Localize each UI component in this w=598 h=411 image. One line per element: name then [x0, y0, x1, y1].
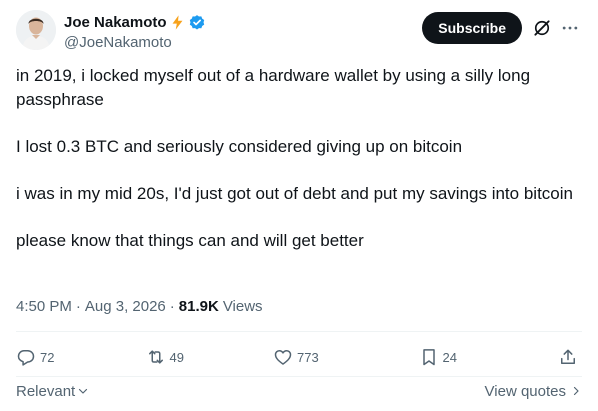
chevron-down-icon [79, 388, 88, 394]
meta-separator: · [75, 298, 81, 315]
bookmark-button[interactable]: 24 [419, 347, 549, 367]
tweet-date[interactable]: Aug 3, 2026 [85, 298, 166, 315]
divider [16, 331, 582, 332]
author-names: Joe Nakamoto @JoeNakamoto [64, 13, 206, 51]
view-quotes-link[interactable]: View quotes [485, 383, 582, 400]
share-icon [561, 349, 575, 364]
verified-badge-icon[interactable] [188, 14, 206, 32]
view-quotes-label: View quotes [484, 382, 566, 400]
tweet-header: Joe Nakamoto @JoeNakamoto Subscribe [16, 10, 582, 54]
repost-icon [148, 350, 163, 364]
views-count: 81.9K [178, 298, 219, 315]
display-name-row: Joe Nakamoto [64, 13, 206, 32]
tweet-text: in 2019, i locked myself out of a hardwa… [16, 64, 582, 252]
engagement-bar: 72 49 773 24 [16, 345, 582, 369]
sort-replies-button[interactable]: Relevant [16, 383, 89, 400]
tweet-paragraph: i was in my mid 20s, I'd just got out of… [16, 183, 573, 203]
tweet-paragraph: I lost 0.3 BTC and seriously considered … [16, 136, 463, 156]
meta-separator: · [169, 298, 175, 315]
share-button[interactable] [558, 347, 582, 367]
heart-icon [274, 350, 292, 365]
reply-count: 72 [40, 349, 55, 365]
bookmark-icon [422, 349, 435, 366]
more-options-icon[interactable] [558, 16, 582, 40]
views-label: Views [222, 298, 263, 315]
lightning-icon [169, 14, 186, 31]
author-handle[interactable]: @JoeNakamoto [64, 34, 206, 51]
bookmark-count: 24 [442, 349, 457, 365]
repost-button[interactable]: 49 [146, 347, 264, 367]
like-count: 773 [297, 349, 319, 365]
grok-icon[interactable] [530, 16, 554, 40]
sort-label: Relevant [16, 382, 76, 400]
reply-icon [17, 350, 35, 366]
tweet-footer: Relevant View quotes [16, 381, 582, 401]
avatar[interactable] [16, 10, 56, 50]
tweet-meta: 4:50 PM · Aug 3, 2026 · 81.9K Views [16, 298, 263, 315]
like-button[interactable]: 773 [273, 347, 409, 367]
avatar-image [16, 10, 56, 50]
divider [16, 376, 582, 377]
tweet-paragraph: in 2019, i locked myself out of a hardwa… [16, 66, 531, 109]
header-actions: Subscribe [422, 12, 582, 44]
tweet-paragraph: please know that things can and will get… [16, 230, 364, 250]
tweet-time[interactable]: 4:50 PM [16, 298, 72, 315]
subscribe-button[interactable]: Subscribe [422, 12, 522, 44]
chevron-right-icon [573, 386, 579, 396]
display-name[interactable]: Joe Nakamoto [64, 14, 167, 31]
reply-button[interactable]: 72 [16, 347, 136, 367]
repost-count: 49 [169, 349, 184, 365]
